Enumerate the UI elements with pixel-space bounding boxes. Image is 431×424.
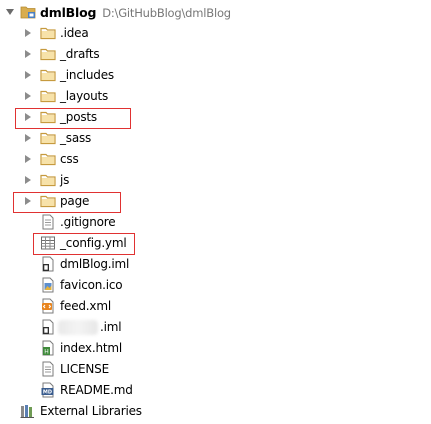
folder-row[interactable]: _drafts bbox=[0, 44, 431, 65]
chevron-right-icon[interactable] bbox=[23, 91, 33, 101]
folder-row[interactable]: _sass bbox=[0, 128, 431, 149]
highlight-box-config bbox=[33, 233, 135, 255]
file-label: index.html bbox=[60, 341, 122, 355]
folder-icon bbox=[40, 27, 56, 40]
tree-root-row[interactable]: dmlBlog D:\GitHubBlog\dmlBlog bbox=[0, 2, 431, 23]
folder-icon bbox=[40, 48, 56, 61]
file-row[interactable]: LICENSE bbox=[0, 359, 431, 380]
file-row[interactable]: MD README.md bbox=[0, 380, 431, 401]
folder-row[interactable]: .idea bbox=[0, 23, 431, 44]
folder-label: _includes bbox=[60, 68, 114, 82]
chevron-down-icon[interactable] bbox=[5, 7, 15, 17]
file-label: README.md bbox=[60, 383, 133, 397]
file-row[interactable]: dmlBlog.iml bbox=[0, 254, 431, 275]
folder-label: css bbox=[60, 152, 79, 166]
highlight-box-page bbox=[13, 192, 121, 213]
html-file-icon: H bbox=[42, 340, 54, 356]
folder-icon bbox=[40, 153, 56, 166]
file-label: feed.xml bbox=[60, 299, 111, 313]
chevron-right-icon[interactable] bbox=[23, 28, 33, 38]
folder-label: .idea bbox=[60, 26, 89, 40]
project-name: dmlBlog bbox=[40, 5, 97, 20]
text-file-icon bbox=[42, 214, 54, 230]
project-path: D:\GitHubBlog\dmlBlog bbox=[102, 6, 231, 20]
folder-icon bbox=[40, 69, 56, 82]
iml-file-icon bbox=[42, 319, 54, 335]
file-row[interactable]: .iml bbox=[0, 317, 431, 338]
folder-icon bbox=[40, 174, 56, 187]
file-label: favicon.ico bbox=[60, 278, 123, 292]
folder-label: _sass bbox=[60, 131, 92, 145]
obscured-filename bbox=[58, 320, 98, 335]
xml-file-icon bbox=[42, 298, 54, 314]
file-row[interactable]: .gitignore bbox=[0, 212, 431, 233]
folder-icon bbox=[40, 90, 56, 103]
file-row[interactable]: feed.xml bbox=[0, 296, 431, 317]
svg-text:MD: MD bbox=[43, 390, 52, 396]
folder-row[interactable]: _includes bbox=[0, 65, 431, 86]
file-label: .gitignore bbox=[60, 215, 116, 229]
markdown-file-icon: MD bbox=[41, 382, 54, 398]
file-label: dmlBlog.iml bbox=[60, 257, 130, 271]
external-libraries-label: External Libraries bbox=[40, 404, 142, 418]
iml-file-icon bbox=[42, 256, 54, 272]
chevron-right-icon[interactable] bbox=[23, 70, 33, 80]
svg-text:H: H bbox=[44, 349, 49, 356]
chevron-right-icon[interactable] bbox=[23, 154, 33, 164]
highlight-box-posts bbox=[15, 108, 131, 129]
chevron-right-icon[interactable] bbox=[23, 175, 33, 185]
text-file-icon bbox=[42, 361, 54, 377]
folder-label: js bbox=[60, 173, 70, 187]
folder-label: _layouts bbox=[60, 89, 109, 103]
chevron-right-icon[interactable] bbox=[23, 133, 33, 143]
tree-root-label: dmlBlog D:\GitHubBlog\dmlBlog bbox=[40, 2, 231, 24]
folder-row[interactable]: css bbox=[0, 149, 431, 170]
folder-row[interactable]: js bbox=[0, 170, 431, 191]
file-label: .iml bbox=[100, 320, 122, 334]
image-file-icon bbox=[42, 277, 54, 293]
file-label: LICENSE bbox=[60, 362, 109, 376]
project-folder-icon bbox=[20, 6, 36, 19]
folder-label: _drafts bbox=[60, 47, 100, 61]
folder-icon bbox=[40, 132, 56, 145]
file-row[interactable]: favicon.ico bbox=[0, 275, 431, 296]
external-libraries-row[interactable]: External Libraries bbox=[0, 401, 431, 422]
file-row[interactable]: H index.html bbox=[0, 338, 431, 359]
project-tree: dmlBlog D:\GitHubBlog\dmlBlog .idea _draf… bbox=[0, 0, 431, 424]
libraries-icon bbox=[20, 405, 34, 418]
folder-row[interactable]: _layouts bbox=[0, 86, 431, 107]
chevron-right-icon[interactable] bbox=[23, 49, 33, 59]
